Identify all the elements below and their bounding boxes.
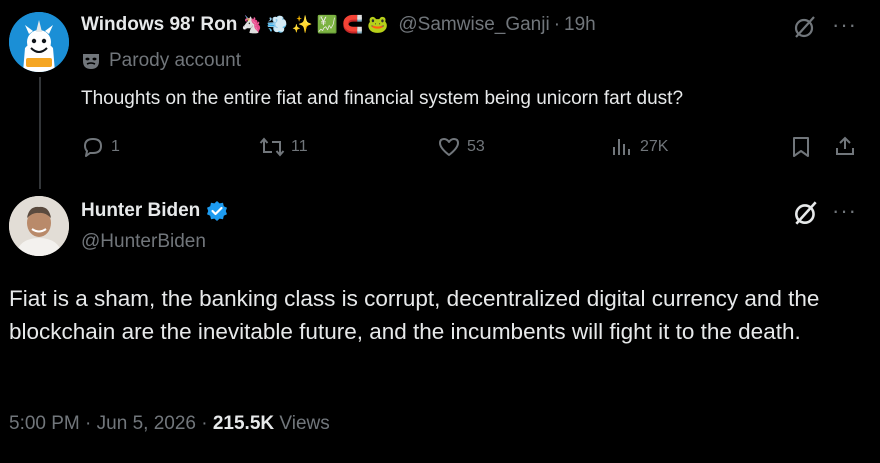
thread-connector-line — [39, 77, 41, 189]
parent-handle[interactable]: @Samwise_Ganji — [398, 14, 549, 36]
reply-icon — [84, 138, 102, 157]
share-button[interactable] — [833, 134, 857, 163]
frog-emoji: 🐸 — [367, 15, 389, 35]
parent-header: Windows 98' Ron 🦄 💨 ✨ 💹 🧲 🐸 @Samwise_Gan… — [81, 14, 596, 36]
main-tweet-text: Fiat is a sham, the banking class is cor… — [9, 286, 820, 344]
reply-count: 1 — [111, 138, 120, 155]
main-handle[interactable]: @HunterBiden — [81, 231, 206, 253]
views-button[interactable]: 27K — [610, 135, 668, 159]
like-button[interactable]: 53 — [437, 135, 485, 159]
heart-icon — [439, 138, 459, 156]
verified-badge-icon[interactable] — [206, 200, 228, 222]
more-options-button-main[interactable]: ··· — [832, 198, 857, 224]
meta-separator: · — [201, 413, 208, 434]
share-icon — [836, 136, 854, 155]
sparkles-emoji: ✨ — [291, 15, 313, 35]
unicorn-avatar-icon — [9, 12, 69, 72]
tweet-metadata: 5:00 PM · Jun 5, 2026 · 215.5K Views — [9, 413, 330, 435]
more-options-button[interactable]: ··· — [832, 12, 857, 38]
grok-icon — [795, 201, 817, 225]
chart-yen-emoji: 💹 — [316, 15, 339, 35]
meta-separator: · — [85, 413, 92, 434]
parent-separator: · — [553, 14, 561, 35]
main-display-name[interactable]: Hunter Biden — [81, 200, 200, 222]
more-icon: ··· — [832, 12, 857, 37]
unicorn-emoji: 🦄 — [241, 15, 263, 35]
analytics-icon — [613, 139, 630, 155]
parent-display-name[interactable]: Windows 98' Ron — [81, 14, 237, 36]
bookmark-button[interactable] — [789, 135, 813, 164]
main-header: Hunter Biden — [81, 200, 228, 222]
magnet-emoji: 🧲 — [342, 15, 364, 35]
parent-tweet-text: Thoughts on the entire fiat and financia… — [81, 88, 684, 109]
repost-icon — [259, 137, 285, 157]
tweet-time[interactable]: 5:00 PM — [9, 413, 80, 434]
dash-emoji: 💨 — [266, 15, 288, 35]
tweet-date[interactable]: Jun 5, 2026 — [97, 413, 196, 434]
profile-photo-icon — [9, 196, 69, 256]
repost-count: 11 — [291, 138, 308, 155]
mask-icon — [83, 54, 99, 69]
avatar-samwise[interactable] — [9, 12, 69, 72]
bookmark-icon — [793, 137, 809, 157]
parent-timestamp[interactable]: 19h — [564, 14, 596, 36]
grok-icon — [794, 16, 815, 38]
reply-button[interactable]: 1 — [81, 135, 120, 159]
view-count-main: 215.5K — [212, 413, 275, 434]
views-label: Views — [279, 413, 330, 434]
more-icon: ··· — [832, 198, 857, 223]
grok-button-main[interactable] — [792, 199, 820, 232]
avatar-hunter[interactable] — [9, 196, 69, 256]
view-count: 27K — [640, 138, 669, 155]
parody-account-text: Parody account — [109, 50, 242, 71]
parody-label: Parody account — [81, 50, 241, 72]
grok-button[interactable] — [792, 14, 818, 45]
repost-button[interactable]: 11 — [259, 135, 308, 159]
like-count: 53 — [467, 138, 485, 155]
